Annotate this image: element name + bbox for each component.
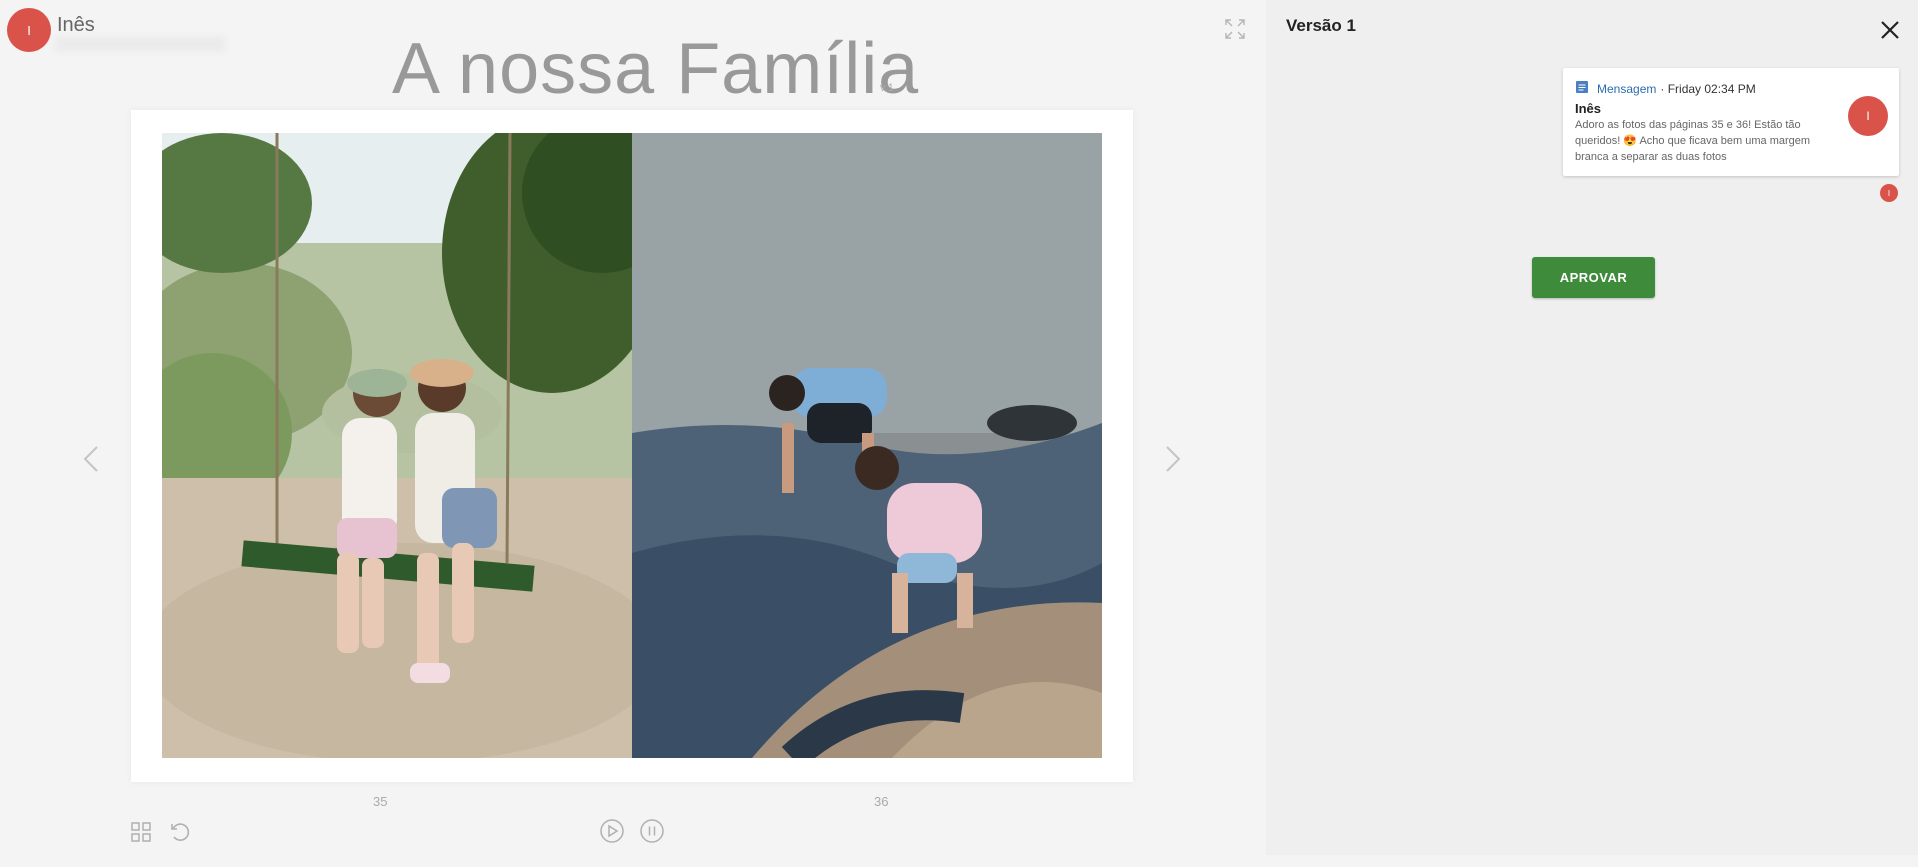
comment-type-link[interactable]: Mensagem: [1597, 82, 1656, 96]
comment-card[interactable]: Mensagem · Friday 02:34 PM Inês Adoro as…: [1563, 68, 1899, 176]
grid-icon[interactable]: [129, 820, 153, 844]
album-spread: [131, 110, 1133, 782]
photo-page-left[interactable]: [162, 133, 632, 758]
user-avatar[interactable]: I: [7, 8, 51, 52]
comment-header: Mensagem · Friday 02:34 PM: [1575, 80, 1756, 97]
comment-avatar: I: [1848, 96, 1888, 136]
chevron-left-icon[interactable]: [80, 444, 102, 474]
expand-icon[interactable]: [1224, 18, 1246, 40]
version-tag: v.1: [880, 82, 894, 94]
user-subtitle-blurred: [55, 36, 225, 52]
reader-avatar: I: [1880, 184, 1898, 202]
comment-text: Adoro as fotos das páginas 35 e 36! Estã…: [1575, 119, 1811, 163]
page-number-left: 35: [373, 794, 388, 809]
play-icon[interactable]: [599, 818, 625, 844]
comment-time: · Friday 02:34 PM: [1660, 81, 1756, 96]
document-icon: [1575, 80, 1589, 97]
panel-title: Versão 1: [1286, 16, 1356, 35]
photo-kids-at-beach: [632, 133, 1102, 758]
user-name: Inês: [57, 14, 95, 36]
album-viewer: I Inês A nossa Família v.1 35 36: [0, 0, 1266, 867]
pause-icon[interactable]: [639, 818, 665, 844]
close-icon[interactable]: [1878, 18, 1902, 42]
comments-panel: Versão 1 Mensagem · Friday 02:34 PM Inês…: [1266, 0, 1918, 855]
chevron-right-icon[interactable]: [1162, 444, 1184, 474]
album-title: A nossa Família: [392, 29, 920, 109]
comment-author: Inês: [1575, 101, 1602, 116]
page-number-right: 36: [874, 794, 889, 809]
photo-girls-on-swing: [162, 133, 632, 758]
undo-icon[interactable]: [168, 820, 192, 844]
photo-page-right[interactable]: [632, 133, 1102, 758]
approve-button[interactable]: APROVAR: [1532, 257, 1655, 298]
